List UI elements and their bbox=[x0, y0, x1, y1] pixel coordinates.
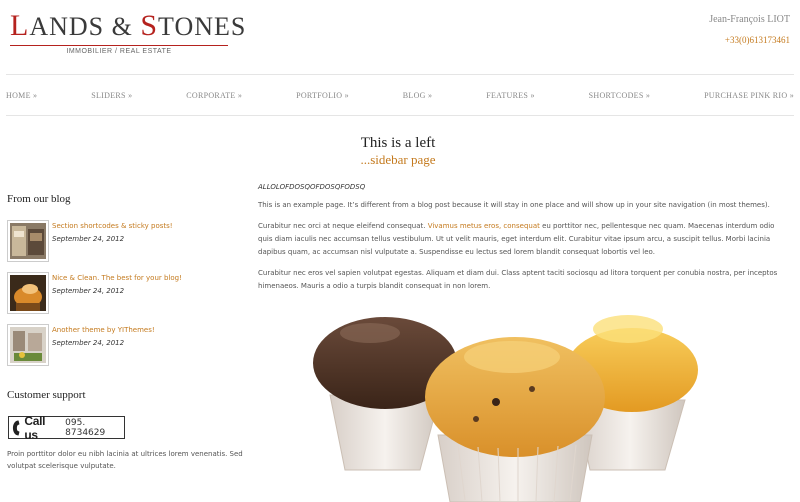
logo-title: LANDS & STONES bbox=[10, 9, 247, 42]
post-title[interactable]: Another theme by YIThemes! bbox=[52, 326, 155, 334]
post-thumbnail-image bbox=[10, 275, 46, 311]
page-title-line-1: This is a left bbox=[360, 135, 436, 151]
post-date: September 24, 2012 bbox=[52, 287, 125, 295]
page-title: This is a left ...sidebar page bbox=[258, 135, 538, 168]
logo-letter-l: L bbox=[10, 9, 30, 42]
logo-text-ands: ANDS & bbox=[29, 12, 141, 41]
post-date: September 24, 2012 bbox=[52, 235, 125, 243]
call-us-box[interactable]: Call us 095. 8734629 bbox=[8, 413, 125, 442]
muffins-image bbox=[313, 315, 698, 502]
content-paragraph: Curabitur nec orci at neque eleifend con… bbox=[258, 220, 788, 259]
blog-post-item[interactable]: Another theme by YIThemes! September 24,… bbox=[7, 324, 237, 366]
site-logo[interactable]: LANDS & STONES IMMOBILIER / REAL ESTATE bbox=[10, 9, 247, 55]
inline-link[interactable]: Vivamus metus eros, consequat bbox=[428, 222, 540, 230]
content-paragraph: This is an example page. It’s different … bbox=[258, 201, 770, 209]
blog-widget-heading: From our blog bbox=[7, 193, 71, 205]
nav-purchase[interactable]: PURCHASE PINK RIO » bbox=[704, 91, 794, 100]
post-thumbnail[interactable] bbox=[7, 220, 49, 262]
code-line: ALLOLOFDOSQOFDOSQFODSQ bbox=[258, 183, 366, 191]
blog-post-item[interactable]: Section shortcodes & sticky posts! Septe… bbox=[7, 220, 237, 262]
blog-post-item[interactable]: Nice & Clean. The best for your blog! Se… bbox=[7, 272, 237, 314]
call-us-number: 095. 8734629 bbox=[65, 417, 106, 438]
post-title[interactable]: Nice & Clean. The best for your blog! bbox=[52, 274, 182, 282]
support-widget-heading: Customer support bbox=[7, 389, 86, 401]
nav-sliders[interactable]: SLIDERS » bbox=[91, 91, 132, 100]
post-date: September 24, 2012 bbox=[52, 339, 125, 347]
page-title-line-2: ...sidebar page bbox=[360, 152, 436, 167]
contact-phone[interactable]: +33(0)613173461 bbox=[709, 35, 790, 45]
content-paragraph: Curabitur nec eros vel sapien volutpat e… bbox=[258, 269, 778, 290]
post-thumbnail[interactable] bbox=[7, 324, 49, 366]
post-title[interactable]: Section shortcodes & sticky posts! bbox=[52, 222, 173, 230]
header-contact: Jean-François LIOT +33(0)613173461 bbox=[709, 14, 790, 45]
main-content: ALLOLOFDOSQOFDOSQFODSQ This is an exampl… bbox=[258, 183, 788, 301]
nav-portfolio[interactable]: PORTFOLIO » bbox=[296, 91, 349, 100]
nav-corporate[interactable]: CORPORATE » bbox=[186, 91, 242, 100]
support-text: Proin porttitor dolor eu nibh lacinia at… bbox=[7, 450, 243, 470]
logo-subtitle: IMMOBILIER / REAL ESTATE bbox=[10, 45, 228, 55]
post-thumbnail-image bbox=[10, 223, 46, 259]
logo-text-tones: TONES bbox=[158, 12, 247, 41]
logo-letter-s: S bbox=[140, 9, 159, 42]
nav-features[interactable]: FEATURES » bbox=[486, 91, 535, 100]
post-thumbnail[interactable] bbox=[7, 272, 49, 314]
phone-icon bbox=[12, 420, 20, 435]
nav-shortcodes[interactable]: SHORTCODES » bbox=[589, 91, 651, 100]
paragraph-text: Curabitur nec orci at neque eleifend con… bbox=[258, 222, 428, 230]
nav-home[interactable]: HOME » bbox=[6, 91, 37, 100]
nav-blog[interactable]: BLOG » bbox=[403, 91, 433, 100]
call-us-label: Call us bbox=[24, 413, 46, 442]
post-thumbnail-image bbox=[10, 327, 46, 363]
main-nav: HOME » SLIDERS » CORPORATE » PORTFOLIO »… bbox=[6, 74, 794, 116]
contact-name: Jean-François LIOT bbox=[709, 14, 790, 25]
